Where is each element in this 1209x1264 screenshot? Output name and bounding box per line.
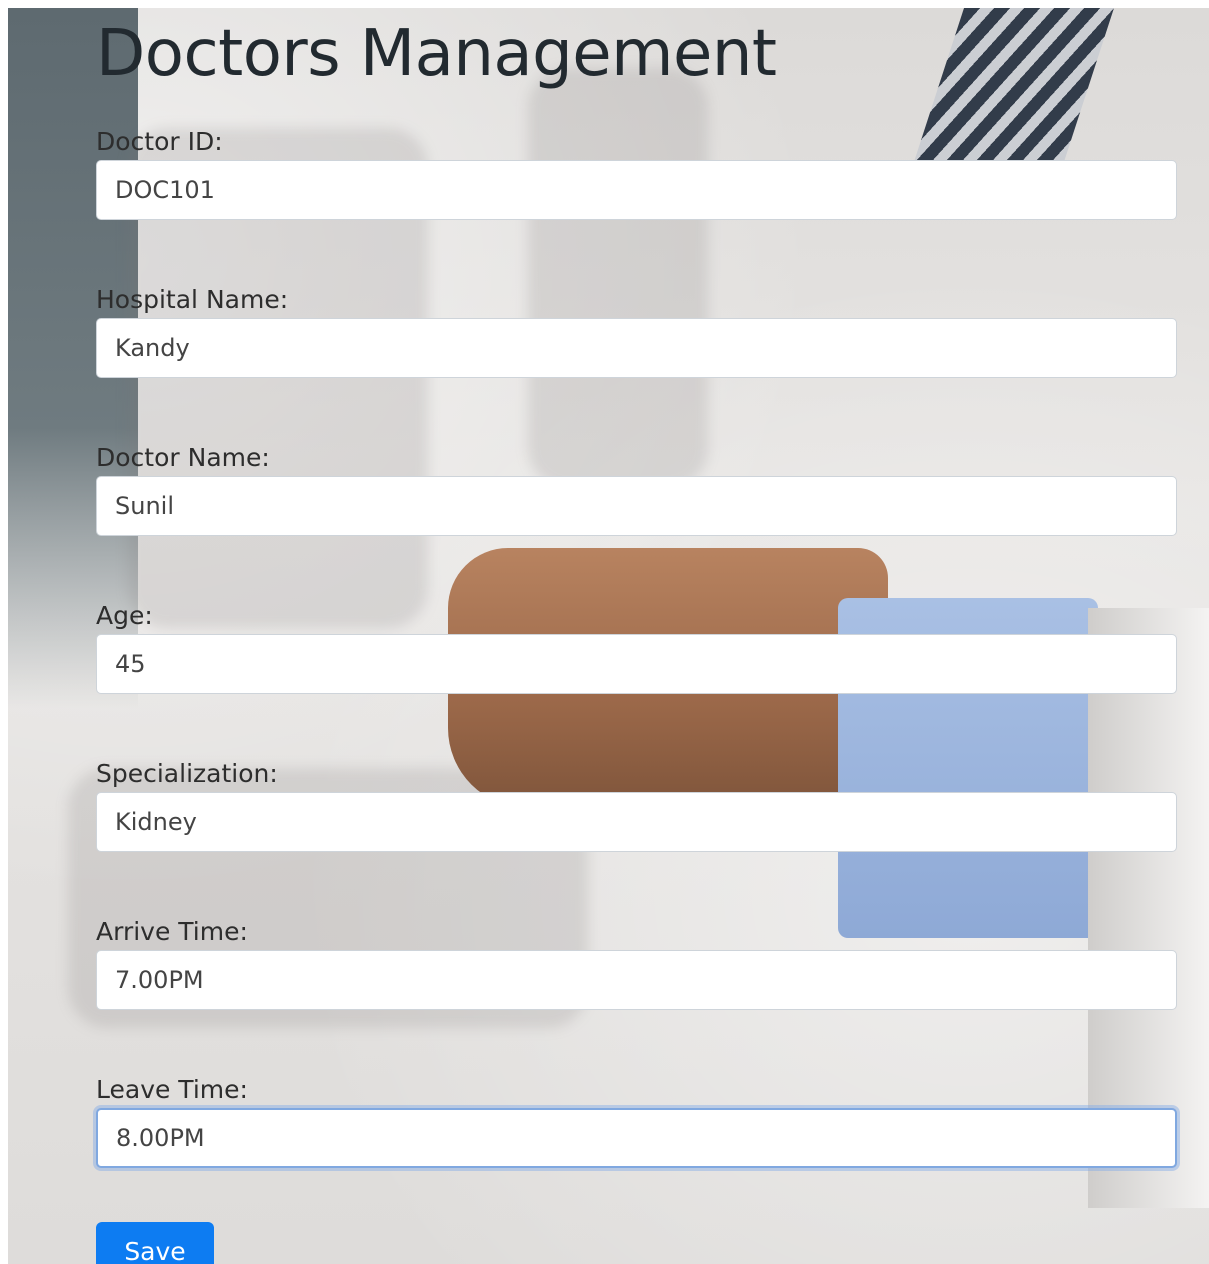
page: Doctors Management Doctor ID: Hospital N… (0, 0, 1209, 1264)
specialization-field: Specialization: (96, 758, 1178, 852)
doctor-name-label: Doctor Name: (96, 443, 270, 472)
arrive-time-field: Arrive Time: (96, 916, 1178, 1010)
leave-time-field: Leave Time: (96, 1074, 1178, 1168)
arrive-time-label: Arrive Time: (96, 917, 248, 946)
doctor-id-field: Doctor ID: (96, 126, 1178, 220)
doctor-name-field: Doctor Name: (96, 442, 1178, 536)
form-container: Doctors Management Doctor ID: Hospital N… (96, 8, 1178, 1264)
doctor-id-input[interactable] (96, 160, 1177, 220)
doctor-name-input[interactable] (96, 476, 1177, 536)
doctor-id-label: Doctor ID: (96, 127, 223, 156)
age-field: Age: (96, 600, 1178, 694)
specialization-label: Specialization: (96, 759, 278, 788)
hospital-name-input[interactable] (96, 318, 1177, 378)
hospital-name-label: Hospital Name: (96, 285, 289, 314)
page-title: Doctors Management (96, 17, 777, 91)
specialization-input[interactable] (96, 792, 1177, 852)
age-label: Age: (96, 601, 153, 630)
age-input[interactable] (96, 634, 1177, 694)
leave-time-label: Leave Time: (96, 1075, 248, 1104)
hospital-name-field: Hospital Name: (96, 284, 1178, 378)
arrive-time-input[interactable] (96, 950, 1177, 1010)
leave-time-input[interactable] (96, 1108, 1177, 1168)
save-button[interactable]: Save (96, 1222, 214, 1264)
